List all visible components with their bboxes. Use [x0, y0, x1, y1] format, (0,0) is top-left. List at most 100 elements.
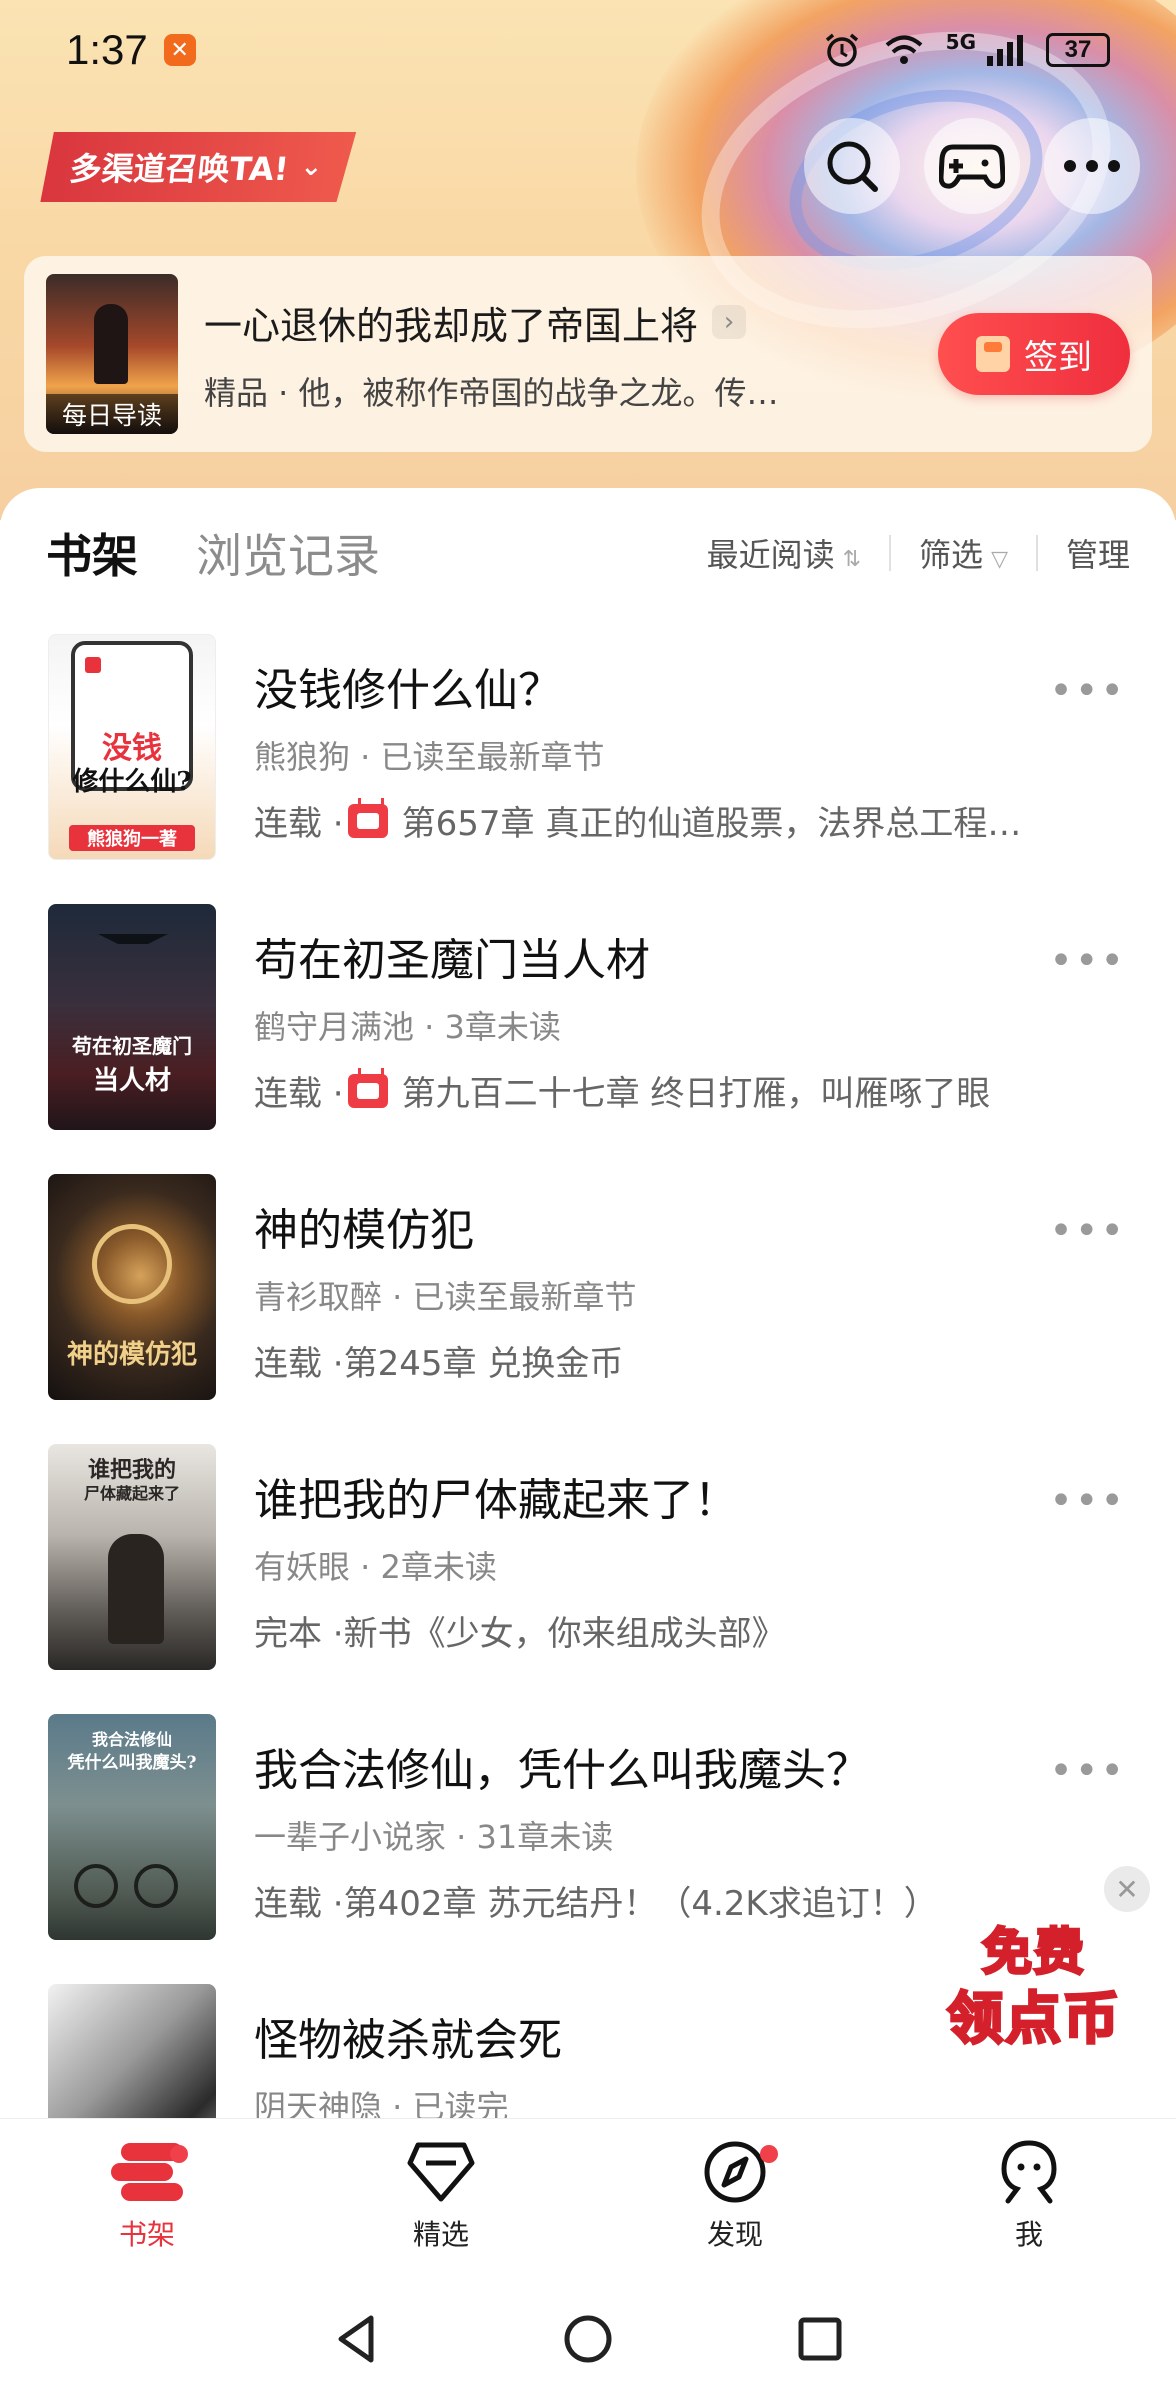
signin-button[interactable]: 签到 — [938, 313, 1130, 395]
nav-discover[interactable]: 发现 — [588, 2119, 882, 2278]
book-status: 连载 · — [254, 1074, 344, 1114]
daily-pick-title-row: 一心退休的我却成了帝国上将 › — [204, 295, 938, 350]
back-icon[interactable] — [331, 2312, 381, 2366]
chevron-right-icon: › — [712, 305, 747, 339]
book-item[interactable]: 没钱 修什么仙? 熊狼狗一著 没钱修什么仙？ 熊狼狗 · 已读至最新章节 连载 … — [0, 634, 1176, 904]
book-update: 完本 · 新书《少女，你来组成头部》 — [254, 1606, 1134, 1655]
book-cover: 谁把我的 尸体藏起来了 — [48, 1444, 216, 1670]
book-update: 连载 · 第657章 真正的仙道股票，法界总工程… — [254, 796, 1134, 845]
cover-title-1: 我合法修仙 — [91, 1730, 172, 1749]
book-more-button[interactable]: ••• — [1049, 1478, 1126, 1524]
notification-dot — [170, 2145, 188, 2163]
book-title: 谁把我的尸体藏起来了！ — [254, 1475, 738, 1526]
book-status: 连载 · — [254, 1344, 344, 1384]
latest-chapter: 第657章 真正的仙道股票，法界总工程… — [401, 804, 1022, 844]
divider — [889, 535, 892, 571]
cover-title-2: 尸体藏起来了 — [83, 1484, 180, 1503]
cover-title-1: 神的模仿犯 — [66, 1340, 197, 1370]
more-icon — [1064, 160, 1120, 172]
battery-level: 37 — [1064, 36, 1092, 63]
cover-figure — [108, 1534, 164, 1644]
status-time: 1:37 — [66, 26, 148, 73]
sort-icon: ⇅ — [842, 547, 862, 572]
alarm-icon — [825, 33, 858, 67]
nav-bookshelf[interactable]: 书架 — [0, 2119, 294, 2278]
book-meta: 青衫取醉 · 已读至最新章节 — [254, 1278, 637, 1316]
book-meta: 一辈子小说家 · 31章未读 — [254, 1818, 614, 1856]
book-more-button[interactable]: ••• — [1049, 938, 1126, 984]
book-cover: 我合法修仙 凭什么叫我魔头? — [48, 1714, 216, 1940]
signin-icon — [976, 336, 1010, 372]
nav-me[interactable]: 我 — [882, 2119, 1176, 2278]
latest-chapter: 第九百二十七章 终日打雁，叫雁啄了眼 — [401, 1074, 991, 1114]
manage-button[interactable]: 管理 — [1066, 530, 1130, 576]
free-coins-line2: 领点币 — [946, 1986, 1121, 2054]
tab-bookshelf[interactable]: 书架 — [38, 520, 138, 588]
book-cover: 没钱 修什么仙? 熊狼狗一著 — [48, 634, 216, 860]
shelf-tools: 最近阅读 ⇅ 筛选 ▽ 管理 — [707, 530, 1130, 576]
cover-title-2: 修什么仙? — [72, 767, 192, 797]
gamepad-icon — [939, 144, 1005, 189]
channel-banner[interactable]: 多渠道召唤TA! ⌄ — [40, 132, 356, 202]
book-more-button[interactable]: ••• — [1049, 668, 1126, 714]
tv-icon — [347, 1067, 388, 1108]
nav-featured[interactable]: 精选 — [294, 2119, 588, 2278]
book-cover: 神的模仿犯 — [48, 1174, 216, 1400]
daily-pick-cover-label: 每日导读 — [46, 394, 178, 434]
free-coins-badge[interactable]: 免费 领点币 — [934, 1912, 1134, 2054]
compass-icon — [704, 2141, 766, 2203]
recents-icon[interactable] — [795, 2314, 845, 2364]
daily-pick-cover: 每日导读 — [46, 274, 178, 434]
sort-button[interactable]: 最近阅读 ⇅ — [707, 530, 861, 576]
tab-history[interactable]: 浏览记录 — [196, 520, 380, 586]
book-title: 苟在初圣魔门当人材 — [254, 935, 650, 986]
status-bar: 1:37 ✕ 5G 37 — [0, 0, 1176, 100]
network-type: 5G — [945, 30, 976, 54]
app-notification-icon: ✕ — [163, 34, 196, 66]
latest-chapter: 第245章 兑换金币 — [343, 1344, 624, 1384]
book-title: 没钱修什么仙？ — [254, 665, 562, 716]
wifi-icon — [885, 35, 922, 64]
book-status: 完本 · — [254, 1614, 344, 1654]
search-button[interactable] — [804, 118, 900, 214]
game-button[interactable] — [924, 118, 1020, 214]
book-item[interactable]: 神的模仿犯 神的模仿犯 青衫取醉 · 已读至最新章节 连载 · 第245章 兑换… — [0, 1174, 1176, 1444]
book-title: 我合法修仙，凭什么叫我魔头？ — [254, 1745, 870, 1796]
divider — [1035, 535, 1038, 571]
book-info: 没钱修什么仙？ 熊狼狗 · 已读至最新章节 连载 · 第657章 真正的仙道股票… — [254, 634, 1134, 845]
book-update: 连载 · 第九百二十七章 终日打雁，叫雁啄了眼 — [254, 1066, 1134, 1115]
daily-pick-card[interactable]: 每日导读 一心退休的我却成了帝国上将 › 精品 · 他，被称作帝国的战争之龙。传… — [24, 256, 1152, 452]
nav-me-label: 我 — [1014, 2218, 1043, 2251]
book-update: 连载 · 第245章 兑换金币 — [254, 1336, 1134, 1385]
tv-icon — [347, 797, 388, 838]
nav-bookshelf-label: 书架 — [118, 2218, 175, 2251]
battery-indicator: 37 — [1046, 33, 1110, 67]
home-icon[interactable] — [561, 2312, 615, 2366]
cover-bicycle — [74, 1864, 118, 1908]
bookshelf-panel: 书架 浏览记录 最近阅读 ⇅ 筛选 ▽ 管理 没钱 修什么仙? 熊狼狗一著 没钱… — [0, 488, 1176, 2124]
cover-title-1: 苟在初圣魔门 — [72, 1034, 192, 1058]
status-icons: 5G 37 — [822, 30, 1110, 68]
cover-title-2: 当人材 — [92, 1066, 171, 1096]
book-info: 神的模仿犯 青衫取醉 · 已读至最新章节 连载 · 第245章 兑换金币 — [254, 1174, 1134, 1385]
book-status: 连载 · — [254, 1884, 344, 1924]
search-icon — [827, 141, 878, 192]
system-navigation-bar — [0, 2278, 1176, 2400]
profile-icon — [1001, 2140, 1057, 2204]
filter-button[interactable]: 筛选 ▽ — [919, 530, 1008, 576]
nav-featured-label: 精选 — [412, 2218, 469, 2251]
book-meta: 熊狼狗 · 已读至最新章节 — [254, 738, 605, 776]
cover-title-2: 凭什么叫我魔头? — [67, 1753, 197, 1773]
book-info: 苟在初圣魔门当人材 鹤守月满池 · 3章未读 连载 · 第九百二十七章 终日打雁… — [254, 904, 1134, 1115]
book-more-button[interactable]: ••• — [1049, 1208, 1126, 1254]
daily-pick-text: 一心退休的我却成了帝国上将 › 精品 · 他，被称作帝国的战争之龙。传… — [204, 295, 938, 414]
more-button[interactable] — [1044, 118, 1140, 214]
book-item[interactable]: 谁把我的 尸体藏起来了 谁把我的尸体藏起来了！ 有妖眼 · 2章未读 完本 · … — [0, 1444, 1176, 1714]
book-more-button[interactable]: ••• — [1049, 1748, 1126, 1794]
book-item[interactable]: 苟在初圣魔门 当人材 苟在初圣魔门当人材 鹤守月满池 · 3章未读 连载 · 第… — [0, 904, 1176, 1174]
book-cover — [48, 1984, 216, 2124]
daily-pick-title: 一心退休的我却成了帝国上将 — [204, 303, 699, 348]
close-icon[interactable]: ✕ — [1104, 1866, 1150, 1912]
sort-label: 最近阅读 — [706, 536, 835, 574]
filter-label: 筛选 — [919, 536, 984, 574]
